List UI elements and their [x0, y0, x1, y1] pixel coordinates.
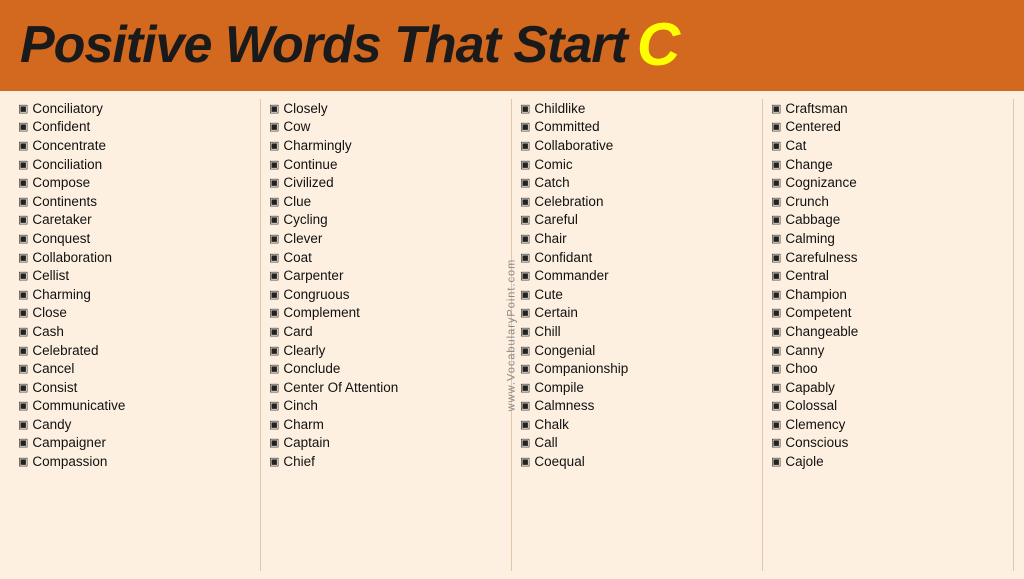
word-item: Continue	[269, 155, 503, 174]
word-item: Consist	[18, 378, 252, 397]
word-item: Clue	[269, 192, 503, 211]
word-item: Candy	[18, 415, 252, 434]
word-item: Cognizance	[771, 173, 1005, 192]
word-item: Clearly	[269, 341, 503, 360]
word-item: Cash	[18, 322, 252, 341]
word-item: Chill	[520, 322, 754, 341]
word-item: Compile	[520, 378, 754, 397]
column-2: CloselyCowCharminglyContinueCivilizedClu…	[261, 99, 512, 571]
column-4: CraftsmanCenteredCatChangeCognizanceCrun…	[763, 99, 1014, 571]
word-item: Choo	[771, 359, 1005, 378]
word-item: Companionship	[520, 359, 754, 378]
word-item: Cow	[269, 118, 503, 137]
word-item: Conciliatory	[18, 99, 252, 118]
word-item: Campaigner	[18, 434, 252, 453]
word-item: Civilized	[269, 173, 503, 192]
word-item: Careful	[520, 211, 754, 230]
column-3: ChildlikeCommittedCollaborativeComicCatc…	[512, 99, 763, 571]
word-item: Comic	[520, 155, 754, 174]
word-item: Congenial	[520, 341, 754, 360]
word-item: Charmingly	[269, 136, 503, 155]
word-item: Catch	[520, 173, 754, 192]
watermark: www.VocabularyPoint.com	[506, 259, 518, 412]
word-item: Crunch	[771, 192, 1005, 211]
word-item: Caretaker	[18, 211, 252, 230]
word-item: Commander	[520, 266, 754, 285]
header-title: Positive Words That Start	[20, 15, 627, 75]
header-letter: C	[637, 10, 680, 79]
word-item: Compassion	[18, 452, 252, 471]
word-item: Cute	[520, 285, 754, 304]
word-item: Charming	[18, 285, 252, 304]
word-item: Celebrated	[18, 341, 252, 360]
word-item: Calmness	[520, 397, 754, 416]
word-item: Close	[18, 304, 252, 323]
word-item: Craftsman	[771, 99, 1005, 118]
word-item: Clemency	[771, 415, 1005, 434]
word-item: Captain	[269, 434, 503, 453]
word-item: Champion	[771, 285, 1005, 304]
word-item: Colossal	[771, 397, 1005, 416]
word-item: Coat	[269, 248, 503, 267]
word-item: Conquest	[18, 229, 252, 248]
word-item: Childlike	[520, 99, 754, 118]
word-item: Compose	[18, 173, 252, 192]
word-item: Centered	[771, 118, 1005, 137]
word-item: Capably	[771, 378, 1005, 397]
word-item: Chief	[269, 452, 503, 471]
word-item: Center Of Attention	[269, 378, 503, 397]
word-item: Chair	[520, 229, 754, 248]
word-item: Changeable	[771, 322, 1005, 341]
word-item: Carefulness	[771, 248, 1005, 267]
word-item: Card	[269, 322, 503, 341]
word-item: Clever	[269, 229, 503, 248]
word-item: Collaborative	[520, 136, 754, 155]
word-item: Confident	[18, 118, 252, 137]
word-item: Celebration	[520, 192, 754, 211]
word-item: Chalk	[520, 415, 754, 434]
word-item: Cabbage	[771, 211, 1005, 230]
word-item: Collaboration	[18, 248, 252, 267]
word-item: Cajole	[771, 452, 1005, 471]
word-item: Canny	[771, 341, 1005, 360]
word-item: Carpenter	[269, 266, 503, 285]
word-item: Communicative	[18, 397, 252, 416]
word-item: Congruous	[269, 285, 503, 304]
word-item: Cancel	[18, 359, 252, 378]
word-item: Conscious	[771, 434, 1005, 453]
word-item: Coequal	[520, 452, 754, 471]
word-item: Call	[520, 434, 754, 453]
word-item: Certain	[520, 304, 754, 323]
word-item: Competent	[771, 304, 1005, 323]
word-item: Confidant	[520, 248, 754, 267]
word-item: Charm	[269, 415, 503, 434]
content-area: ConciliatoryConfidentConcentrateConcilia…	[0, 91, 1024, 579]
word-item: Cat	[771, 136, 1005, 155]
word-item: Cinch	[269, 397, 503, 416]
word-item: Conclude	[269, 359, 503, 378]
word-item: Cycling	[269, 211, 503, 230]
word-item: Complement	[269, 304, 503, 323]
word-item: Continents	[18, 192, 252, 211]
word-item: Conciliation	[18, 155, 252, 174]
word-item: Central	[771, 266, 1005, 285]
word-item: Concentrate	[18, 136, 252, 155]
word-item: Calming	[771, 229, 1005, 248]
header: Positive Words That Start C	[0, 0, 1024, 91]
word-item: Closely	[269, 99, 503, 118]
word-item: Change	[771, 155, 1005, 174]
column-1: ConciliatoryConfidentConcentrateConcilia…	[10, 99, 261, 571]
word-item: Cellist	[18, 266, 252, 285]
word-item: Committed	[520, 118, 754, 137]
